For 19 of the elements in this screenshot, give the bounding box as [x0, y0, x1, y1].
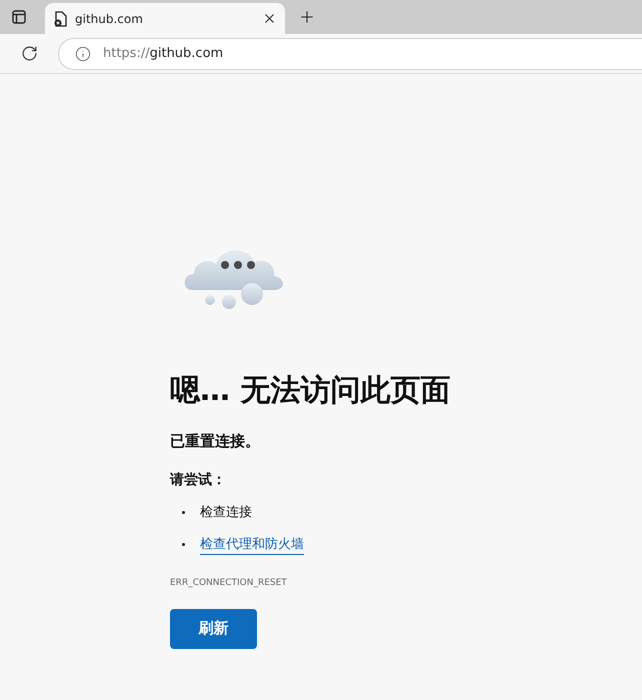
address-bar[interactable]: https://github.com	[58, 38, 642, 70]
try-label: 请尝试：	[170, 471, 227, 490]
bullet-icon	[182, 511, 185, 514]
refresh-icon[interactable]	[20, 45, 38, 62]
bullet-icon	[182, 543, 185, 546]
url-host: github.com	[150, 44, 224, 63]
page-error-icon	[53, 10, 67, 26]
info-icon[interactable]	[75, 46, 91, 62]
sidebar-icon[interactable]	[12, 10, 26, 24]
error-code: ERR_CONNECTION_RESET	[170, 577, 288, 590]
suggestion-text: 检查连接	[200, 504, 252, 522]
error-message: 已重置连接。	[170, 430, 261, 452]
browser-tab[interactable]: github.com	[45, 3, 285, 34]
close-icon[interactable]	[262, 11, 277, 26]
url-scheme: https://	[103, 44, 150, 63]
error-heading: 嗯… 无法访问此页面	[170, 372, 452, 410]
suggestion-link[interactable]: 检查代理和防火墙	[200, 534, 304, 555]
refresh-button[interactable]: 刷新	[170, 608, 257, 648]
tab-title: github.com	[75, 10, 144, 28]
